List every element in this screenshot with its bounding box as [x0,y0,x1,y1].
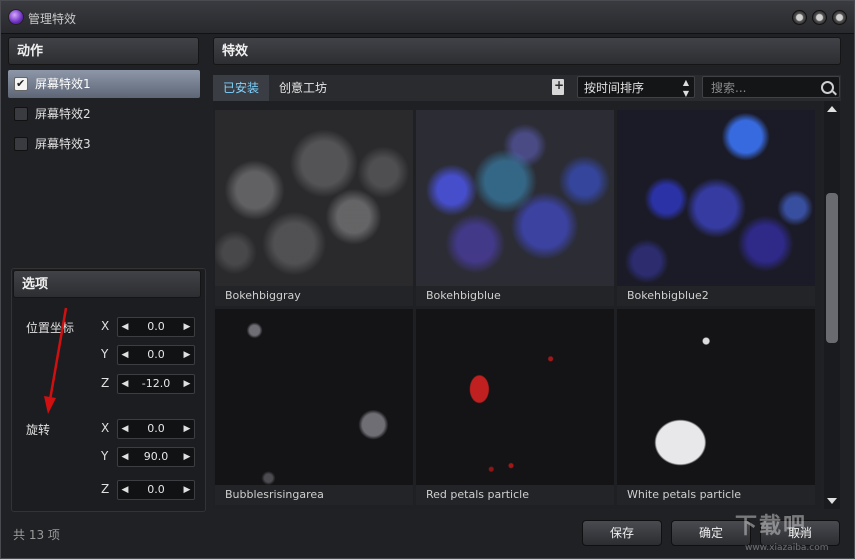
rotation-x-stepper[interactable]: ◀ 0.0 ▶ [117,419,195,439]
axis-label-y: Y [101,449,109,463]
item-count: 共 13 项 [13,528,60,542]
updown-icon: ▲ ▼ [682,78,689,98]
increment-icon[interactable]: ▶ [180,420,194,438]
sort-select-value: 按时间排序 [584,81,645,95]
effect-thumbnail [215,309,413,487]
effect-name: Bokehbigblue2 [617,286,815,306]
rotation-y-value[interactable]: 90.0 [132,448,180,466]
action-checkbox-3[interactable] [14,137,28,151]
action-checkbox-2[interactable] [14,107,28,121]
scroll-thumb[interactable] [826,193,838,343]
decrement-icon[interactable]: ◀ [118,375,132,393]
close-icon[interactable] [832,10,847,25]
decrement-icon[interactable]: ◀ [118,318,132,336]
effect-thumbnail [617,110,815,288]
effect-card-selected[interactable]: Bokehbigblue [416,110,614,306]
decrement-icon[interactable]: ◀ [118,481,132,499]
position-x-value[interactable]: 0.0 [132,318,180,336]
rotation-z-value[interactable]: 0.0 [132,481,180,499]
actions-header-label: 动作 [17,44,44,59]
watermark-logo: 下载吧 [735,514,808,539]
tab-workshop[interactable]: 创意工坊 [269,75,337,101]
increment-icon[interactable]: ▶ [180,375,194,393]
axis-label-x: X [101,319,110,333]
position-label: 位置坐标 [26,321,75,335]
axis-label-x: X [101,421,110,435]
effect-thumbnail [215,110,413,288]
increment-icon[interactable]: ▶ [180,318,194,336]
position-z-stepper[interactable]: ◀ -12.0 ▶ [117,374,195,394]
action-item-2[interactable]: 屏幕特效2 [8,100,200,128]
rotation-z-stepper[interactable]: ◀ 0.0 ▶ [117,480,195,500]
position-y-stepper[interactable]: ◀ 0.0 ▶ [117,345,195,365]
action-item-1[interactable]: 屏幕特效1 [8,70,200,98]
title-bar[interactable]: 管理特效 [1,1,854,34]
effect-name: Bubblesrisingarea [215,485,413,505]
effects-grid: Bokehbiggray Bokehbigblue Bokehbigblue2 … [213,101,821,509]
rotation-label: 旋转 [26,423,51,437]
sort-select[interactable]: 按时间排序 ▲ ▼ [577,76,695,98]
app-logo-icon [8,9,24,25]
watermark-url: www.xiazaiba.com [745,543,829,553]
scroll-up-icon[interactable] [827,106,837,112]
actions-header: 动作 [8,37,199,65]
add-file-icon[interactable] [552,78,564,95]
increment-icon[interactable]: ▶ [180,448,194,466]
increment-icon[interactable]: ▶ [180,346,194,364]
axis-label-z: Z [101,376,110,390]
effects-header: 特效 [213,37,841,65]
effect-card[interactable]: White petals particle [617,309,815,505]
maximize-icon[interactable] [812,10,827,25]
window-title: 管理特效 [28,12,77,26]
action-item-3[interactable]: 屏幕特效3 [8,130,200,158]
effect-thumbnail [617,309,815,487]
rotation-x-value[interactable]: 0.0 [132,420,180,438]
search-box[interactable] [702,76,840,98]
decrement-icon[interactable]: ◀ [118,420,132,438]
effect-name: Bokehbigblue [416,286,614,306]
position-z-value[interactable]: -12.0 [132,375,180,393]
effect-thumbnail [416,110,614,288]
effects-scrollbar[interactable] [824,101,840,509]
increment-icon[interactable]: ▶ [180,481,194,499]
position-x-stepper[interactable]: ◀ 0.0 ▶ [117,317,195,337]
effect-card[interactable]: Red petals particle [416,309,614,505]
minimize-icon[interactable] [792,10,807,25]
decrement-icon[interactable]: ◀ [118,448,132,466]
effect-name: Bokehbiggray [215,286,413,306]
scroll-down-icon[interactable] [827,498,837,504]
rotation-y-stepper[interactable]: ◀ 90.0 ▶ [117,447,195,467]
action-label: 屏幕特效1 [35,77,91,91]
action-label: 屏幕特效2 [35,107,91,121]
action-label: 屏幕特效3 [35,137,91,151]
options-header-label: 选项 [22,277,49,292]
search-input[interactable] [709,79,821,97]
effects-header-label: 特效 [222,44,249,59]
search-icon[interactable] [821,81,834,94]
tab-installed[interactable]: 已安装 [213,75,270,101]
effect-card[interactable]: Bokehbigblue2 [617,110,815,306]
save-button[interactable]: 保存 [582,520,662,546]
effect-card[interactable]: Bubblesrisingarea [215,309,413,505]
effect-name: White petals particle [617,485,815,505]
effect-card[interactable]: Bokehbiggray [215,110,413,306]
axis-label-y: Y [101,347,109,361]
options-header: 选项 [13,270,201,298]
effect-name: Red petals particle [416,485,614,505]
actions-list: 屏幕特效1 屏幕特效2 屏幕特效3 [8,70,200,160]
effect-thumbnail [416,309,614,487]
position-y-value[interactable]: 0.0 [132,346,180,364]
axis-label-z: Z [101,482,110,496]
decrement-icon[interactable]: ◀ [118,346,132,364]
action-checkbox-1[interactable] [14,70,28,98]
